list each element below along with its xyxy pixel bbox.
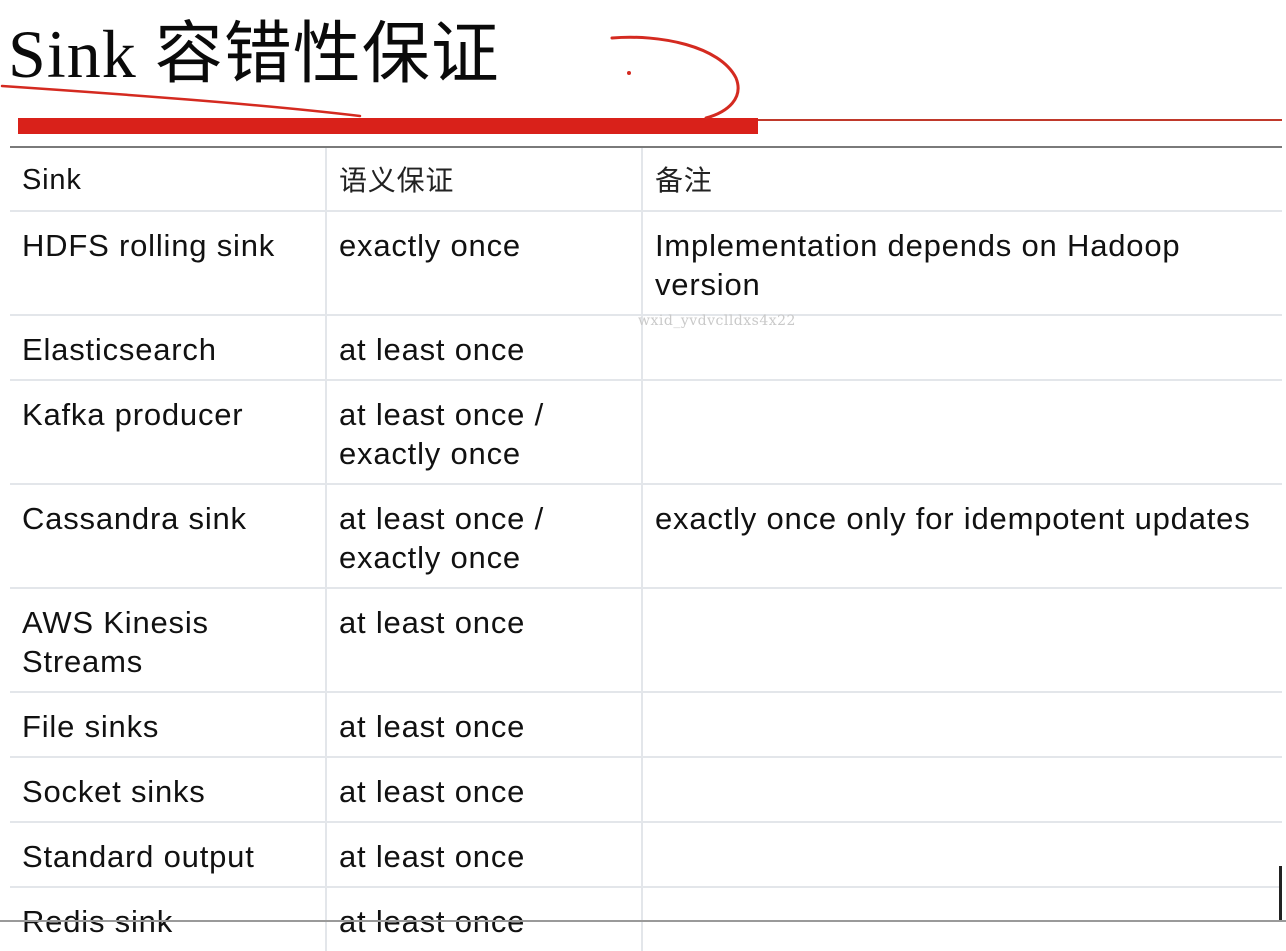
cell-guarantee: at least once xyxy=(326,315,643,381)
right-edge-divider xyxy=(1279,866,1282,922)
bottom-divider xyxy=(0,920,1286,922)
cell-sink: Kafka producer xyxy=(10,380,327,485)
header-notes: 备注 xyxy=(642,148,1282,212)
header-semantic-guarantee: 语义保证 xyxy=(326,148,643,212)
cell-notes xyxy=(642,757,1282,823)
table-row: Redis sink at least once xyxy=(10,887,1282,951)
title-underline-bar xyxy=(18,118,758,134)
cell-sink: HDFS rolling sink xyxy=(10,211,327,316)
cell-notes xyxy=(642,588,1282,693)
cell-guarantee: at least once xyxy=(326,822,643,888)
slide-title: Sink 容错性保证 xyxy=(8,16,500,92)
header-sink: Sink xyxy=(10,148,327,212)
cell-sink: Redis sink xyxy=(10,887,327,951)
cell-notes xyxy=(642,887,1282,951)
cell-notes: Implementation depends on Hadoop version xyxy=(642,211,1282,316)
cell-guarantee: at least once / exactly once xyxy=(326,380,643,485)
table-row: AWS Kinesis Streams at least once xyxy=(10,588,1282,693)
cell-guarantee: at least once / exactly once xyxy=(326,484,643,589)
cell-sink: Elasticsearch xyxy=(10,315,327,381)
cell-sink: AWS Kinesis Streams xyxy=(10,588,327,693)
title-thin-rule xyxy=(758,119,1282,121)
cell-notes xyxy=(642,822,1282,888)
table-row: File sinks at least once xyxy=(10,692,1282,758)
table-row: Standard output at least once xyxy=(10,822,1282,888)
table-row: HDFS rolling sink exactly once Implement… xyxy=(10,211,1282,316)
cell-sink: File sinks xyxy=(10,692,327,758)
cell-guarantee: exactly once xyxy=(326,211,643,316)
cell-guarantee: at least once xyxy=(326,588,643,693)
table-row: Socket sinks at least once xyxy=(10,757,1282,823)
sink-guarantee-table: Sink 语义保证 备注 HDFS rolling sink exactly o… xyxy=(10,146,1282,951)
cell-guarantee: at least once xyxy=(326,887,643,951)
cell-guarantee: at least once xyxy=(326,692,643,758)
cell-notes: exactly once only for idempotent updates xyxy=(642,484,1282,589)
table-row: Cassandra sink at least once / exactly o… xyxy=(10,484,1282,589)
cell-sink: Standard output xyxy=(10,822,327,888)
cell-sink: Cassandra sink xyxy=(10,484,327,589)
table-header-row: Sink 语义保证 备注 xyxy=(10,148,1282,212)
cell-notes xyxy=(642,380,1282,485)
cell-notes xyxy=(642,692,1282,758)
cell-guarantee: at least once xyxy=(326,757,643,823)
watermark-text: wxid_yvdvclldxs4x22 xyxy=(638,313,796,329)
cell-sink: Socket sinks xyxy=(10,757,327,823)
table-row: Kafka producer at least once / exactly o… xyxy=(10,380,1282,485)
